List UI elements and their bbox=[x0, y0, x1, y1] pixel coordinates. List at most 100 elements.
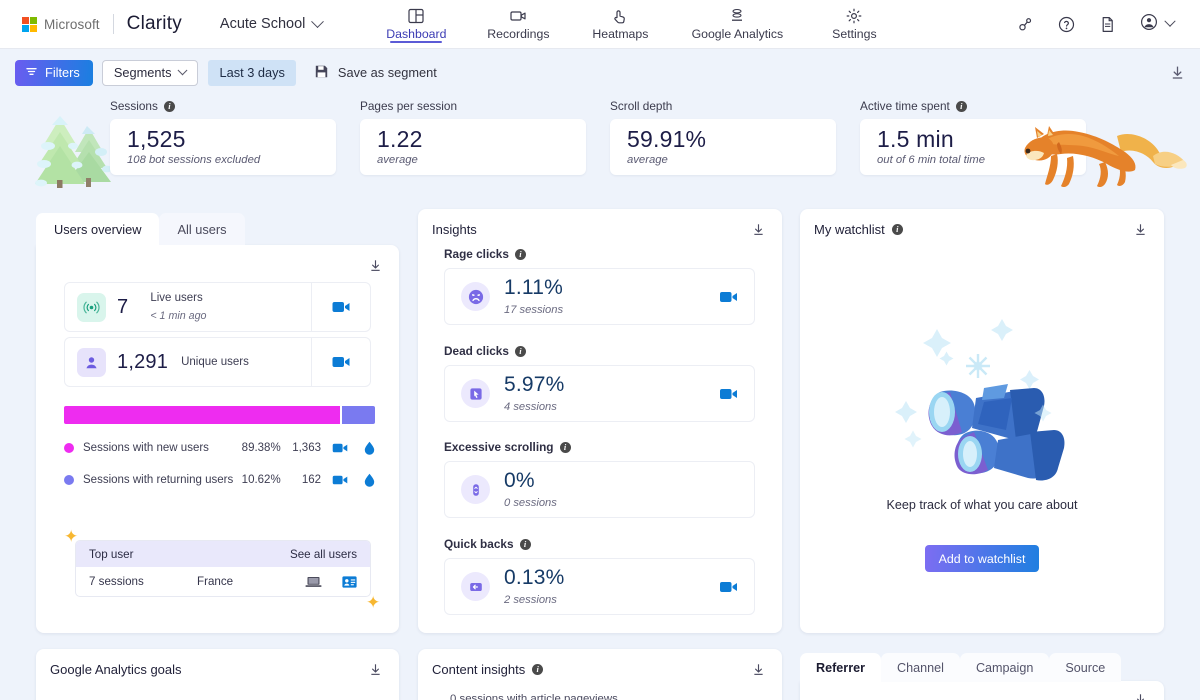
download-icon[interactable] bbox=[1133, 222, 1148, 242]
segments-dropdown-label: Segments bbox=[113, 65, 172, 80]
tab-referrer[interactable]: Referrer bbox=[800, 653, 882, 682]
download-icon[interactable] bbox=[751, 662, 766, 682]
laptop-icon bbox=[291, 576, 335, 588]
microsoft-logo[interactable]: Microsoft bbox=[22, 16, 100, 32]
clarity-wordmark: Clarity bbox=[126, 13, 182, 34]
gear-icon bbox=[845, 7, 863, 25]
content-insights-title: Content insights i bbox=[432, 662, 544, 677]
info-icon[interactable]: i bbox=[514, 345, 526, 357]
kpi-label-text: Pages per session bbox=[360, 99, 458, 113]
tab-campaign[interactable]: Campaign bbox=[959, 653, 1050, 682]
filter-icon bbox=[25, 65, 38, 81]
kpi-label-text: Sessions bbox=[110, 99, 158, 113]
microsoft-wordmark: Microsoft bbox=[44, 16, 100, 32]
video-camera-icon[interactable] bbox=[332, 474, 348, 486]
play-recordings-icon[interactable] bbox=[312, 355, 370, 369]
scroll-icon bbox=[461, 475, 490, 504]
referrer-panel bbox=[800, 681, 1164, 700]
insight-value: 5.97% bbox=[504, 372, 565, 396]
date-range-selector[interactable]: Last 3 days bbox=[208, 59, 296, 86]
legend-count: 1,363 bbox=[292, 442, 321, 454]
kpi-subtext: average bbox=[627, 154, 668, 166]
legend-row-new-users: Sessions with new users 89.38% 1,363 bbox=[64, 437, 375, 459]
heatmap-drop-icon[interactable] bbox=[364, 441, 375, 455]
kpi-label-text: Active time spent bbox=[860, 99, 950, 113]
account-circle-icon bbox=[1139, 12, 1159, 37]
insight-card[interactable]: 0.13% 2 sessions bbox=[444, 558, 755, 615]
legend-color-dot bbox=[64, 475, 74, 485]
insight-label: Dead clicks i bbox=[444, 344, 755, 358]
nav-item-dashboard[interactable]: Dashboard bbox=[368, 0, 464, 49]
filters-button-label: Filters bbox=[45, 65, 80, 80]
kpi-scroll-depth: Scroll depth 59.91% average bbox=[610, 98, 836, 175]
legend-count: 162 bbox=[301, 474, 321, 486]
heatmap-drop-icon[interactable] bbox=[364, 473, 375, 487]
kpi-value: 1,525 bbox=[127, 126, 186, 152]
tab-channel[interactable]: Channel bbox=[881, 653, 960, 682]
info-icon[interactable]: i bbox=[519, 538, 531, 550]
kpi-label: Active time spent i bbox=[860, 98, 1086, 114]
help-circle-icon[interactable] bbox=[1057, 15, 1076, 34]
video-camera-icon[interactable] bbox=[719, 580, 738, 594]
fox-illustration bbox=[1024, 126, 1187, 188]
id-card-icon[interactable] bbox=[342, 575, 357, 588]
kpi-value: 59.91% bbox=[627, 126, 707, 152]
tab-users-overview[interactable]: Users overview bbox=[36, 213, 160, 245]
insight-card[interactable]: 1.11% 17 sessions bbox=[444, 268, 755, 325]
project-selector[interactable]: Acute School bbox=[220, 14, 325, 32]
share-network-icon[interactable] bbox=[1016, 15, 1035, 34]
save-as-segment-button[interactable]: Save as segment bbox=[314, 64, 437, 82]
account-menu[interactable] bbox=[1139, 12, 1176, 37]
info-icon[interactable]: i bbox=[514, 248, 526, 260]
angry-face-icon bbox=[461, 282, 490, 311]
info-icon[interactable]: i bbox=[532, 664, 544, 675]
add-to-watchlist-button[interactable]: Add to watchlist bbox=[925, 545, 1039, 572]
insight-subtext: 17 sessions bbox=[504, 303, 564, 316]
see-all-users-link[interactable]: See all users bbox=[290, 548, 357, 561]
metric-live-users[interactable]: 7 Live users < 1 min ago bbox=[64, 282, 371, 332]
video-camera-icon[interactable] bbox=[719, 290, 738, 304]
kpi-sessions: Sessions i 1,525 108 bot sessions exclud… bbox=[110, 98, 336, 175]
nav-item-heatmaps[interactable]: Heatmaps bbox=[572, 0, 668, 49]
tab-all-users[interactable]: All users bbox=[159, 213, 245, 245]
insight-subtext: 4 sessions bbox=[504, 400, 557, 413]
insight-rage-clicks: Rage clicks i 1.11% 17 sessions bbox=[444, 247, 755, 325]
insight-subtext: 2 sessions bbox=[504, 593, 557, 606]
insight-label-text: Quick backs bbox=[444, 537, 514, 551]
top-user-row[interactable]: 7 sessions France bbox=[76, 567, 370, 596]
bar-segment bbox=[342, 406, 375, 424]
download-icon[interactable] bbox=[1169, 64, 1186, 81]
google-analytics-goals-panel: Google Analytics goals bbox=[36, 649, 399, 700]
nav-item-settings[interactable]: Settings bbox=[806, 0, 902, 49]
info-icon[interactable]: i bbox=[163, 100, 175, 112]
nav-item-recordings[interactable]: Recordings bbox=[470, 0, 566, 49]
download-icon[interactable] bbox=[368, 258, 383, 278]
download-icon[interactable] bbox=[368, 662, 383, 682]
download-icon[interactable] bbox=[1133, 692, 1148, 700]
legend-label: Sessions with new users bbox=[83, 442, 209, 454]
insight-label: Quick backs i bbox=[444, 537, 755, 551]
info-icon[interactable]: i bbox=[891, 224, 903, 235]
segments-dropdown[interactable]: Segments bbox=[101, 59, 199, 86]
tab-source[interactable]: Source bbox=[1049, 653, 1122, 682]
insight-card[interactable]: 0% 0 sessions bbox=[444, 461, 755, 518]
video-camera-icon[interactable] bbox=[719, 387, 738, 401]
insights-panel-title: Insights bbox=[432, 222, 477, 237]
metric-unique-users[interactable]: 1,291 Unique users bbox=[64, 337, 371, 387]
insight-card[interactable]: 5.97% 4 sessions bbox=[444, 365, 755, 422]
watchlist-panel: My watchlist i Keep track of what you ca… bbox=[800, 209, 1164, 633]
nav-item-google-analytics[interactable]: Google Analytics bbox=[674, 0, 800, 49]
info-icon[interactable]: i bbox=[559, 441, 571, 453]
info-icon[interactable]: i bbox=[955, 100, 967, 112]
kpi-card: 1.22 average bbox=[360, 119, 586, 175]
filters-button[interactable]: Filters bbox=[15, 59, 93, 86]
metric-value: 7 bbox=[117, 295, 129, 318]
document-icon[interactable] bbox=[1098, 15, 1117, 34]
content-insights-panel: Content insights i 0 sessions with artic… bbox=[418, 649, 782, 700]
play-recordings-icon[interactable] bbox=[312, 300, 370, 314]
video-camera-icon[interactable] bbox=[332, 442, 348, 454]
live-broadcast-icon bbox=[77, 292, 106, 322]
download-icon[interactable] bbox=[751, 222, 766, 242]
top-navigation-bar: Microsoft Clarity Acute School Dashboard… bbox=[0, 0, 1200, 49]
nav-label-settings: Settings bbox=[832, 27, 877, 41]
